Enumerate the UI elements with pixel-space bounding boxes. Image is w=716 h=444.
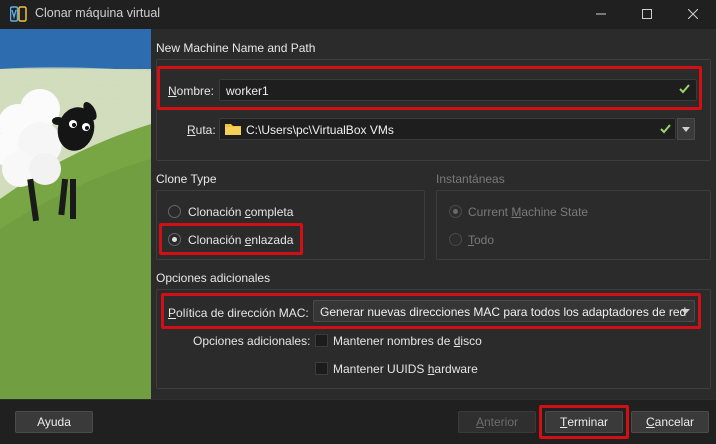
virtualbox-app-icon [10,6,27,22]
maximize-button[interactable] [624,0,670,28]
keep-disk-names-label[interactable]: Mantener nombres de disco [333,334,482,348]
name-path-title: New Machine Name and Path [156,41,316,55]
name-input[interactable]: worker1 [219,79,697,101]
full-clone-radio[interactable] [168,205,181,218]
options-label: Opciones adicionales: [193,334,311,348]
clone-type-group [156,190,425,260]
keep-disk-names-checkbox[interactable] [315,334,328,347]
help-button[interactable]: Ayuda [15,411,93,433]
path-label: Ruta: [187,123,216,137]
mac-policy-label: Política de dirección MAC: [168,306,309,320]
linked-clone-radio[interactable] [168,233,181,246]
title-bar: Clonar máquina virtual [0,0,716,28]
window-title: Clonar máquina virtual [35,6,161,20]
back-button[interactable]: Anterior [458,411,536,433]
valid-check-icon [679,84,690,94]
minimize-button[interactable] [578,0,624,28]
chevron-down-icon [681,309,690,314]
all-snapshots-label[interactable]: Todo [468,233,494,247]
current-state-radio[interactable] [449,205,462,218]
linked-clone-label[interactable]: Clonación enlazada [188,233,293,247]
current-state-label[interactable]: Current Machine State [468,205,588,219]
wizard-illustration [0,29,151,399]
path-input[interactable]: C:\Users\pc\VirtualBox VMs [219,118,676,140]
minimize-icon [596,13,606,15]
keep-uuids-label[interactable]: Mantener UUIDS hardware [333,362,478,376]
close-icon [688,9,698,19]
mac-policy-select[interactable]: Generar nuevas direcciones MAC para todo… [313,300,695,322]
path-valid-check-icon [660,124,671,134]
additional-options-title: Opciones adicionales [156,271,271,285]
name-label: Nombre: [168,84,215,98]
full-clone-label[interactable]: Clonación completa [188,205,293,219]
button-bar: Ayuda Anterior Terminar Cancelar [0,399,716,444]
chevron-down-icon [682,126,690,132]
close-button[interactable] [670,0,716,28]
path-dropdown-button[interactable] [677,118,695,140]
sheep-illustration-icon [0,29,151,399]
clone-type-title: Clone Type [156,172,217,186]
finish-button[interactable]: Terminar [545,411,623,433]
snapshots-group [436,190,711,260]
keep-uuids-checkbox[interactable] [315,362,328,375]
folder-icon [225,124,241,135]
wizard-panel: New Machine Name and Path Nombre: worker… [151,29,716,399]
name-path-group [156,59,711,161]
snapshots-title: Instantáneas [436,172,505,186]
cancel-button[interactable]: Cancelar [631,411,709,433]
all-snapshots-radio[interactable] [449,233,462,246]
maximize-icon [642,9,652,19]
